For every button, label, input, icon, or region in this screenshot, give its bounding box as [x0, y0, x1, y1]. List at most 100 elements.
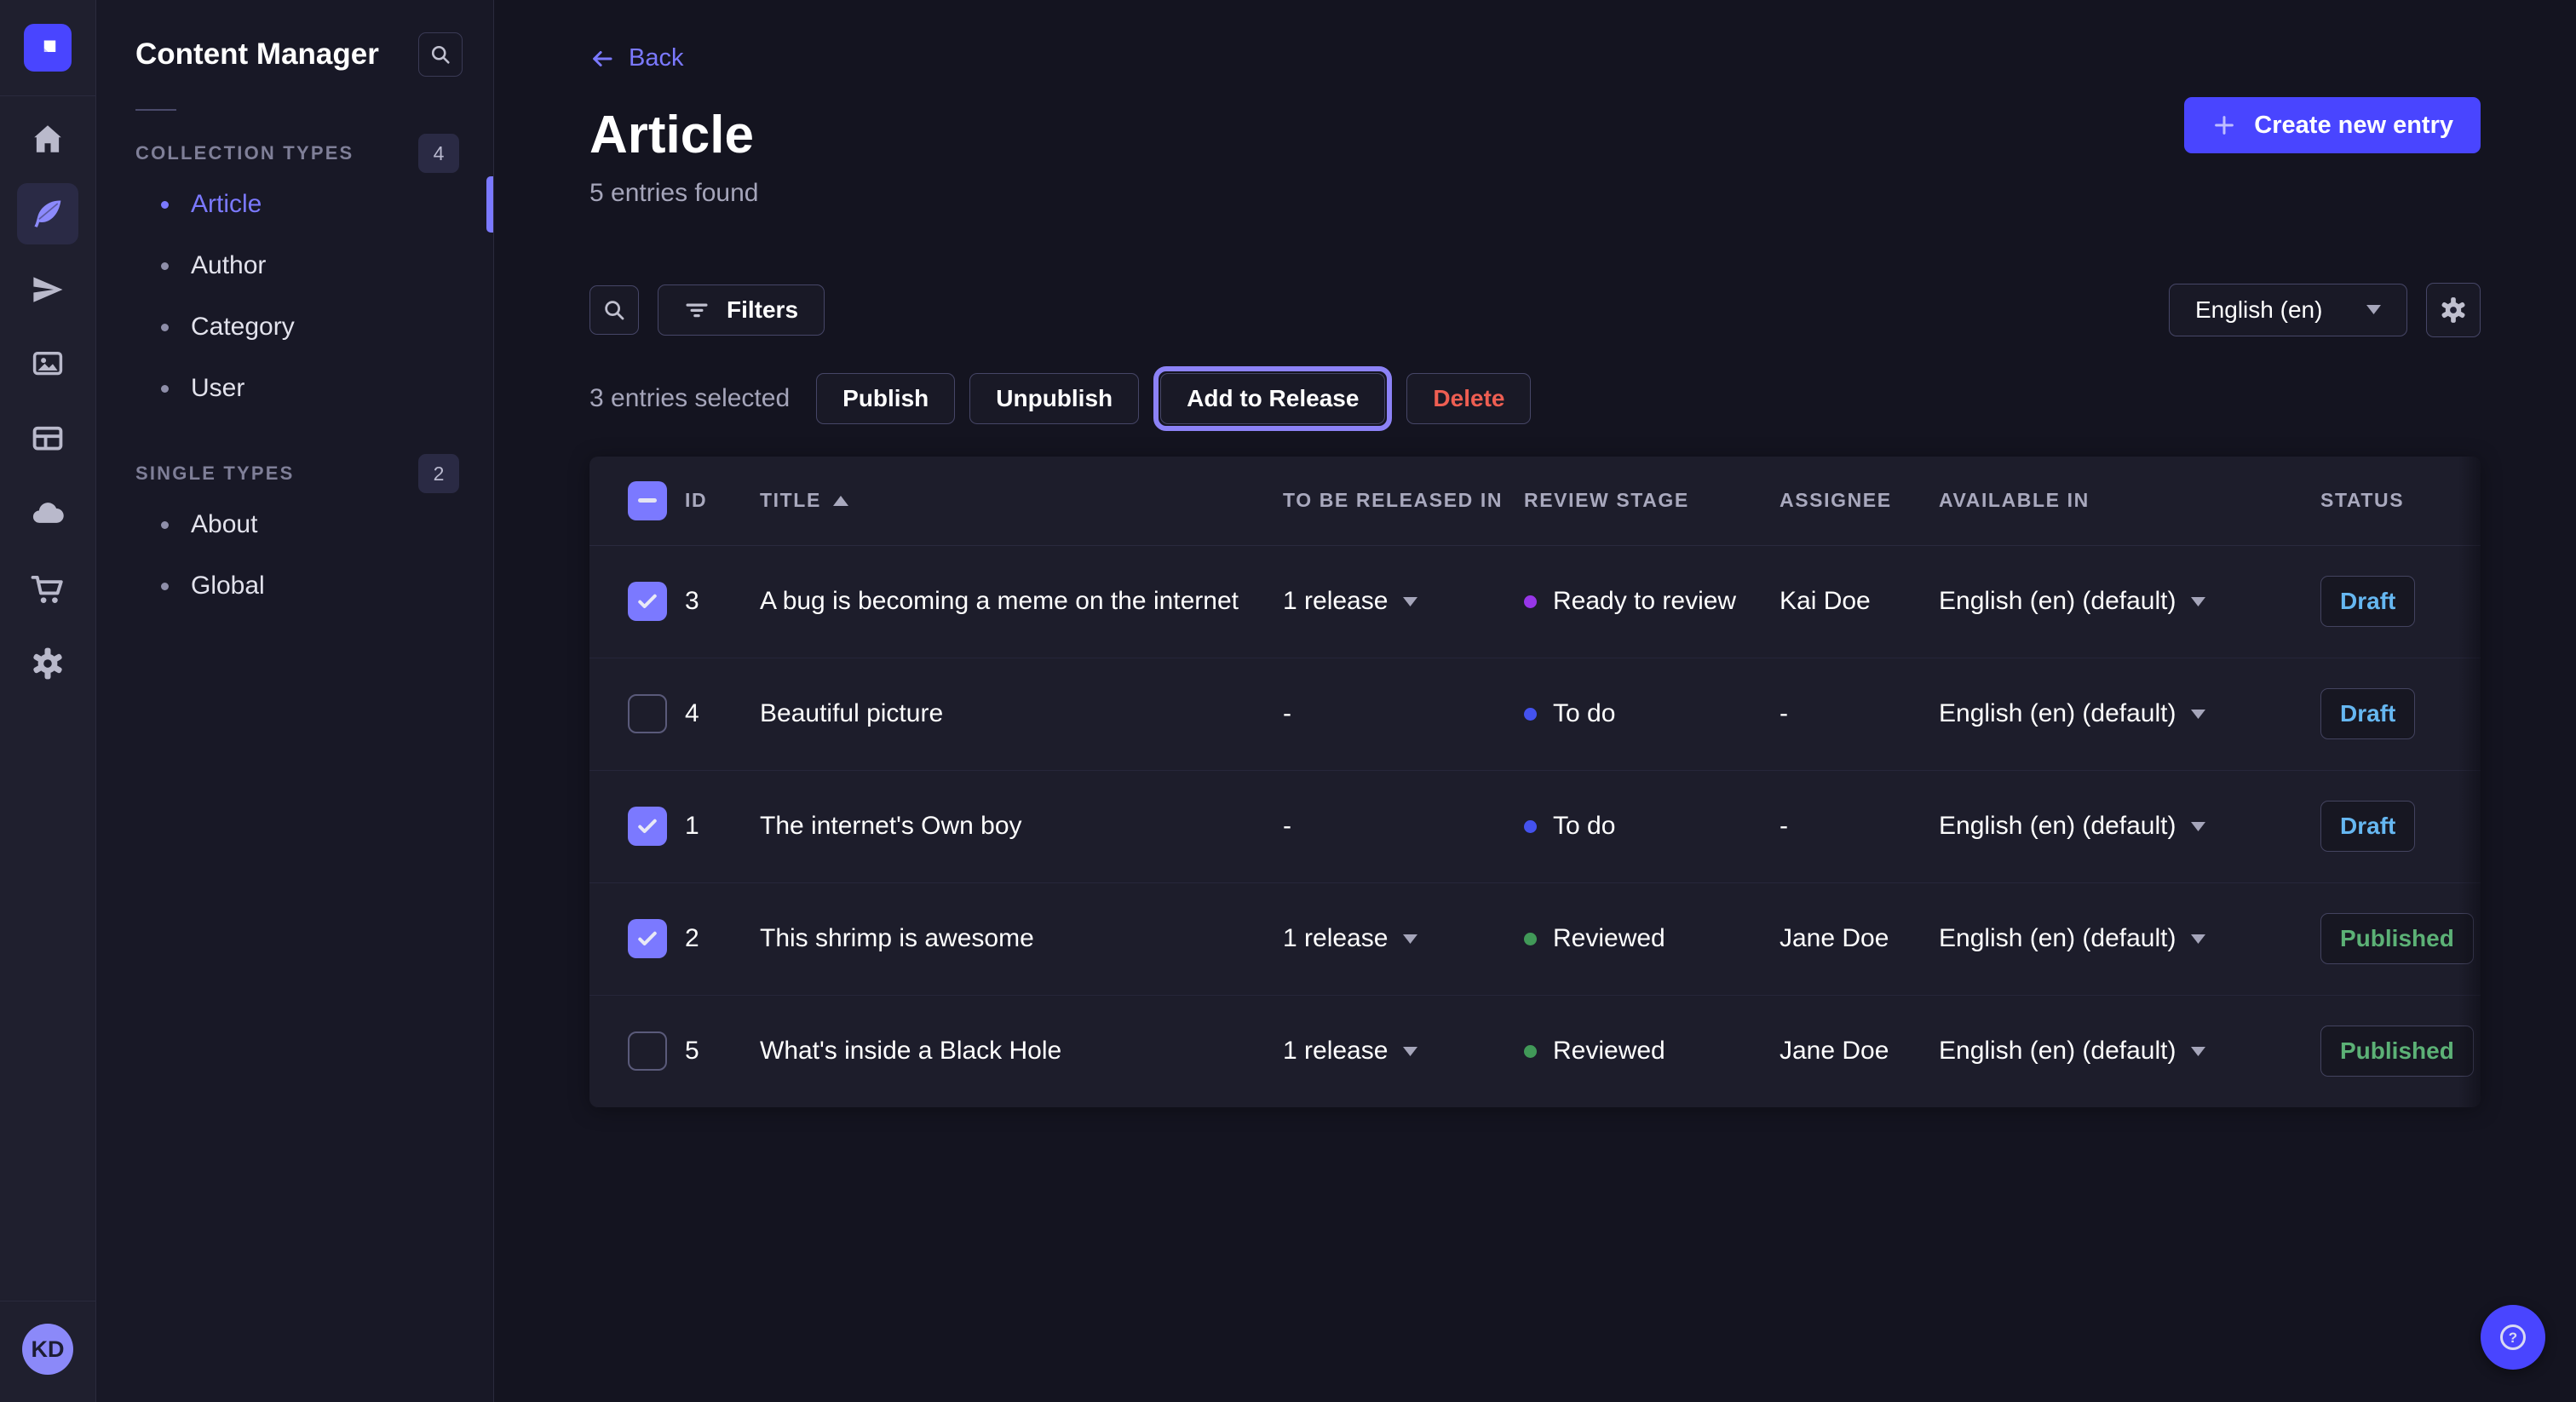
table-row[interactable]: 4 Beautiful picture - To do - English (e…: [589, 658, 2481, 771]
cell-assignee: -: [1780, 699, 1939, 728]
nav-content-type-builder-button[interactable]: [17, 408, 78, 469]
release-dropdown[interactable]: 1 release: [1283, 1037, 1524, 1066]
chevron-down-icon: [1403, 934, 1417, 944]
chevron-down-icon: [2191, 1047, 2205, 1056]
subnav-item-label: Author: [191, 251, 266, 280]
subnav-item-label: About: [191, 510, 257, 539]
list-search-button[interactable]: [589, 285, 639, 335]
locale-dropdown[interactable]: English (en) (default): [1939, 587, 2320, 616]
filters-button[interactable]: Filters: [658, 284, 825, 336]
cell-release: -: [1283, 699, 1524, 728]
chevron-down-icon: [2191, 822, 2205, 831]
cell-title: This shrimp is awesome: [760, 924, 1283, 953]
stage-dot-icon: [1524, 933, 1537, 945]
cell-assignee: Kai Doe: [1780, 587, 1939, 616]
locale-dropdown[interactable]: English (en) (default): [1939, 699, 2320, 728]
feather-icon: [30, 196, 66, 232]
cell-review-stage: Reviewed: [1524, 924, 1780, 953]
subnav-item-category[interactable]: Category: [96, 296, 493, 358]
chevron-down-icon: [2191, 934, 2205, 944]
delete-button[interactable]: Delete: [1406, 373, 1531, 424]
strapi-logo[interactable]: [24, 24, 72, 72]
nav-content-manager-button[interactable]: [17, 183, 78, 244]
cell-id: 4: [685, 699, 760, 728]
table-header-row: ID TITLE TO BE RELEASED IN REVIEW STAGE …: [589, 457, 2481, 546]
column-header-title[interactable]: TITLE: [760, 489, 1283, 512]
status-badge: Draft: [2320, 688, 2415, 739]
row-checkbox[interactable]: [628, 919, 667, 958]
subnav-item-author[interactable]: Author: [96, 235, 493, 296]
status-badge: Published: [2320, 913, 2474, 964]
help-button[interactable]: ?: [2481, 1305, 2545, 1370]
nav-home-button[interactable]: [17, 108, 78, 170]
list-controls: Filters English (en): [589, 283, 2481, 337]
unpublish-button[interactable]: Unpublish: [969, 373, 1139, 424]
locale-select[interactable]: English (en): [2169, 284, 2407, 336]
chevron-down-icon: [2191, 597, 2205, 606]
bullet-icon: [161, 262, 169, 270]
locale-dropdown[interactable]: English (en) (default): [1939, 924, 2320, 953]
back-link[interactable]: Back: [589, 44, 683, 72]
section-label: SINGLE TYPES: [135, 463, 295, 485]
nav-bottom: KD: [0, 1301, 95, 1402]
cell-review-stage: To do: [1524, 699, 1780, 728]
user-avatar[interactable]: KD: [22, 1324, 73, 1375]
indeterminate-dash: [638, 498, 657, 503]
single-types-section: SINGLE TYPES 2 About Global: [96, 453, 493, 617]
nav-media-library-button[interactable]: [17, 333, 78, 394]
subnav-item-article[interactable]: Article: [96, 174, 493, 235]
cell-id: 1: [685, 812, 760, 841]
bullet-icon: [161, 583, 169, 590]
add-to-release-button[interactable]: Add to Release: [1160, 373, 1385, 424]
collection-types-list: Article Author Category User: [96, 174, 493, 419]
subnav-item-label: Article: [191, 190, 262, 219]
row-checkbox[interactable]: [628, 582, 667, 621]
subnav-item-label: Global: [191, 572, 265, 600]
locale-dropdown[interactable]: English (en) (default): [1939, 1037, 2320, 1066]
row-checkbox[interactable]: [628, 1031, 667, 1071]
question-mark-icon: ?: [2497, 1321, 2529, 1353]
layout-icon: [30, 421, 66, 457]
section-label: COLLECTION TYPES: [135, 142, 354, 164]
nav-marketplace-button[interactable]: [17, 558, 78, 619]
row-checkbox[interactable]: [628, 694, 667, 733]
subnav-search-button[interactable]: [418, 32, 463, 77]
entries-table: ID TITLE TO BE RELEASED IN REVIEW STAGE …: [589, 457, 2481, 1107]
cell-id: 3: [685, 587, 760, 616]
row-checkbox[interactable]: [628, 807, 667, 846]
check-icon: [635, 589, 660, 614]
gear-icon: [30, 646, 66, 681]
bullet-icon: [161, 324, 169, 331]
gear-icon: [2439, 296, 2468, 325]
svg-text:?: ?: [2509, 1330, 2517, 1346]
collection-types-section: COLLECTION TYPES 4 Article Author Catego…: [96, 133, 493, 419]
table-row[interactable]: 5 What's inside a Black Hole 1 release R…: [589, 996, 2481, 1107]
publish-button[interactable]: Publish: [816, 373, 955, 424]
single-types-list: About Global: [96, 494, 493, 617]
list-settings-button[interactable]: [2426, 283, 2481, 337]
status-badge: Draft: [2320, 801, 2415, 852]
release-dropdown[interactable]: 1 release: [1283, 587, 1524, 616]
cell-review-stage: To do: [1524, 812, 1780, 841]
subnav-item-user[interactable]: User: [96, 358, 493, 419]
locale-dropdown[interactable]: English (en) (default): [1939, 812, 2320, 841]
table-row[interactable]: 3 A bug is becoming a meme on the intern…: [589, 546, 2481, 658]
nav-settings-button[interactable]: [17, 633, 78, 694]
check-icon: [635, 813, 660, 839]
release-dropdown[interactable]: 1 release: [1283, 924, 1524, 953]
nav-deploy-button[interactable]: [17, 483, 78, 544]
subnav-item-about[interactable]: About: [96, 494, 493, 555]
stage-dot-icon: [1524, 820, 1537, 833]
table-row[interactable]: 2 This shrimp is awesome 1 release Revie…: [589, 883, 2481, 996]
home-icon: [30, 121, 66, 157]
sort-asc-icon: [833, 496, 848, 506]
column-header-release: TO BE RELEASED IN: [1283, 489, 1524, 512]
nav-releases-button[interactable]: [17, 258, 78, 319]
section-count-badge: 2: [418, 454, 459, 493]
subnav-title: Content Manager: [135, 37, 379, 72]
create-new-entry-button[interactable]: Create new entry: [2184, 97, 2481, 153]
select-all-checkbox[interactable]: [628, 481, 667, 520]
subnav-item-global[interactable]: Global: [96, 555, 493, 617]
table-row[interactable]: 1 The internet's Own boy - To do - Engli…: [589, 771, 2481, 883]
stage-dot-icon: [1524, 708, 1537, 721]
